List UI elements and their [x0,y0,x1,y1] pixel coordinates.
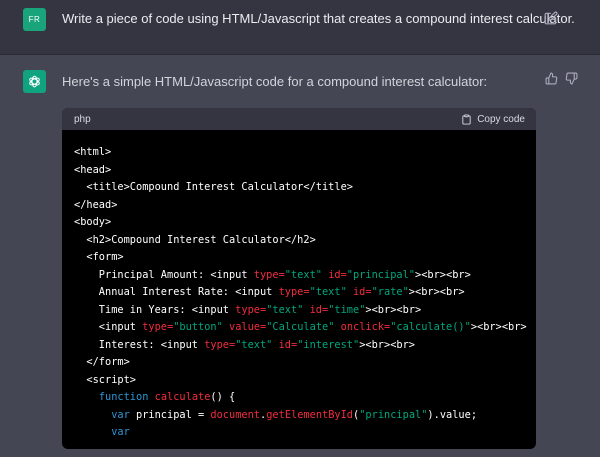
code-token: onclick= [340,321,391,333]
code-token: document [210,408,261,421]
code-token: </form> [74,356,130,368]
code-token: ><br><br> [415,268,471,281]
code-line: <title>Compound Interest Calculator</tit… [74,179,536,197]
code-token: <input [74,321,143,333]
code-line: </head> [74,197,536,215]
code-token: "calculate()" [390,321,471,333]
code-token: <h2>Compound Interest Calculator</h2> [74,233,316,246]
code-block-header: php Copy code [62,108,536,130]
code-token: getElementById [266,408,354,421]
thumbs-up-icon[interactable] [545,72,558,85]
code-token: () { [210,391,236,403]
code-token: type= [278,286,310,298]
code-token: value= [229,321,267,333]
code-token: "text" [235,338,273,351]
copy-code-button[interactable]: Copy code [461,114,525,125]
assistant-message-row: Here's a simple HTML/Javascript code for… [0,56,600,457]
code-token: type= [204,338,236,351]
code-token: ><br><br> [408,286,465,298]
code-token: id= [309,303,329,316]
code-token: Annual Interest Rate: <input [74,286,279,298]
assistant-message-text: Here's a simple HTML/Javascript code for… [62,74,488,89]
code-token: principal = [129,408,211,421]
user-avatar: FR [23,8,46,31]
code-line: <script> [74,372,536,390]
code-token: id= [328,268,347,281]
code-token: Principal Amount: <input [74,268,254,281]
code-token: <body> [74,216,112,228]
code-token: "Calculate" [266,321,335,333]
code-token: var [111,426,130,438]
code-token: </head> [74,198,118,211]
code-line: </form> [74,354,536,372]
code-token: var [111,408,130,421]
code-line: <input type="button" value="Calculate" o… [74,319,536,337]
code-language-label: php [74,113,91,125]
code-token: "text" [266,303,304,316]
code-token: <html> [74,146,112,158]
code-block: php Copy code <html> <head> <title>Compou… [62,108,536,449]
code-token: <script> [74,373,136,386]
user-message-row: FR Write a piece of code using HTML/Java… [0,0,600,55]
edit-icon[interactable] [544,11,558,25]
code-token: "button" [173,321,223,333]
code-token: calculate [154,391,211,403]
code-token: "principal" [359,408,428,421]
code-token: "principal" [346,268,415,281]
code-line: <head> [74,162,536,180]
code-line: <h2>Compound Interest Calculator</h2> [74,232,536,250]
code-token: type= [142,321,174,333]
code-token: ><br><br> [470,321,527,333]
code-token: "text" [309,286,347,298]
code-token: "time" [328,303,366,316]
code-token: ).value; [427,408,478,421]
code-content: <html> <head> <title>Compound Interest Ca… [62,130,536,442]
code-line: var [74,424,536,442]
code-token: type= [253,268,285,281]
code-token: <head> [74,163,112,176]
code-token: Interest: <input [74,338,205,351]
code-line: Time in Years: <input type="text" id="ti… [74,302,536,320]
code-token: "interest" [297,338,360,351]
user-message-text: Write a piece of code using HTML/Javascr… [62,11,575,26]
code-token: id= [352,286,372,298]
code-token: function [98,391,149,403]
code-token: Time in Years: <input [74,303,236,316]
code-line: function calculate() { [74,389,536,407]
thumbs-down-icon[interactable] [565,72,578,85]
clipboard-icon [462,113,471,125]
code-line: <body> [74,214,536,232]
code-line: <html> [74,144,536,162]
code-line: <form> [74,249,536,267]
code-token: ><br><br> [365,303,422,316]
code-token: ><br><br> [359,338,415,351]
copy-code-label: Copy code [477,113,525,125]
code-token: "rate" [371,286,409,298]
code-token: <title>Compound Interest Calculator</tit… [74,181,353,193]
chatgpt-logo-icon [23,70,46,93]
code-line: var principal = document.getElementById(… [74,407,536,425]
code-line: Annual Interest Rate: <input type="text"… [74,284,536,302]
code-token: "text" [284,268,322,281]
code-line: Interest: <input type="text" id="interes… [74,337,536,355]
code-token: type= [235,303,267,316]
code-token: <form> [74,251,124,263]
code-token: id= [278,338,298,351]
code-line: Principal Amount: <input type="text" id=… [74,267,536,285]
